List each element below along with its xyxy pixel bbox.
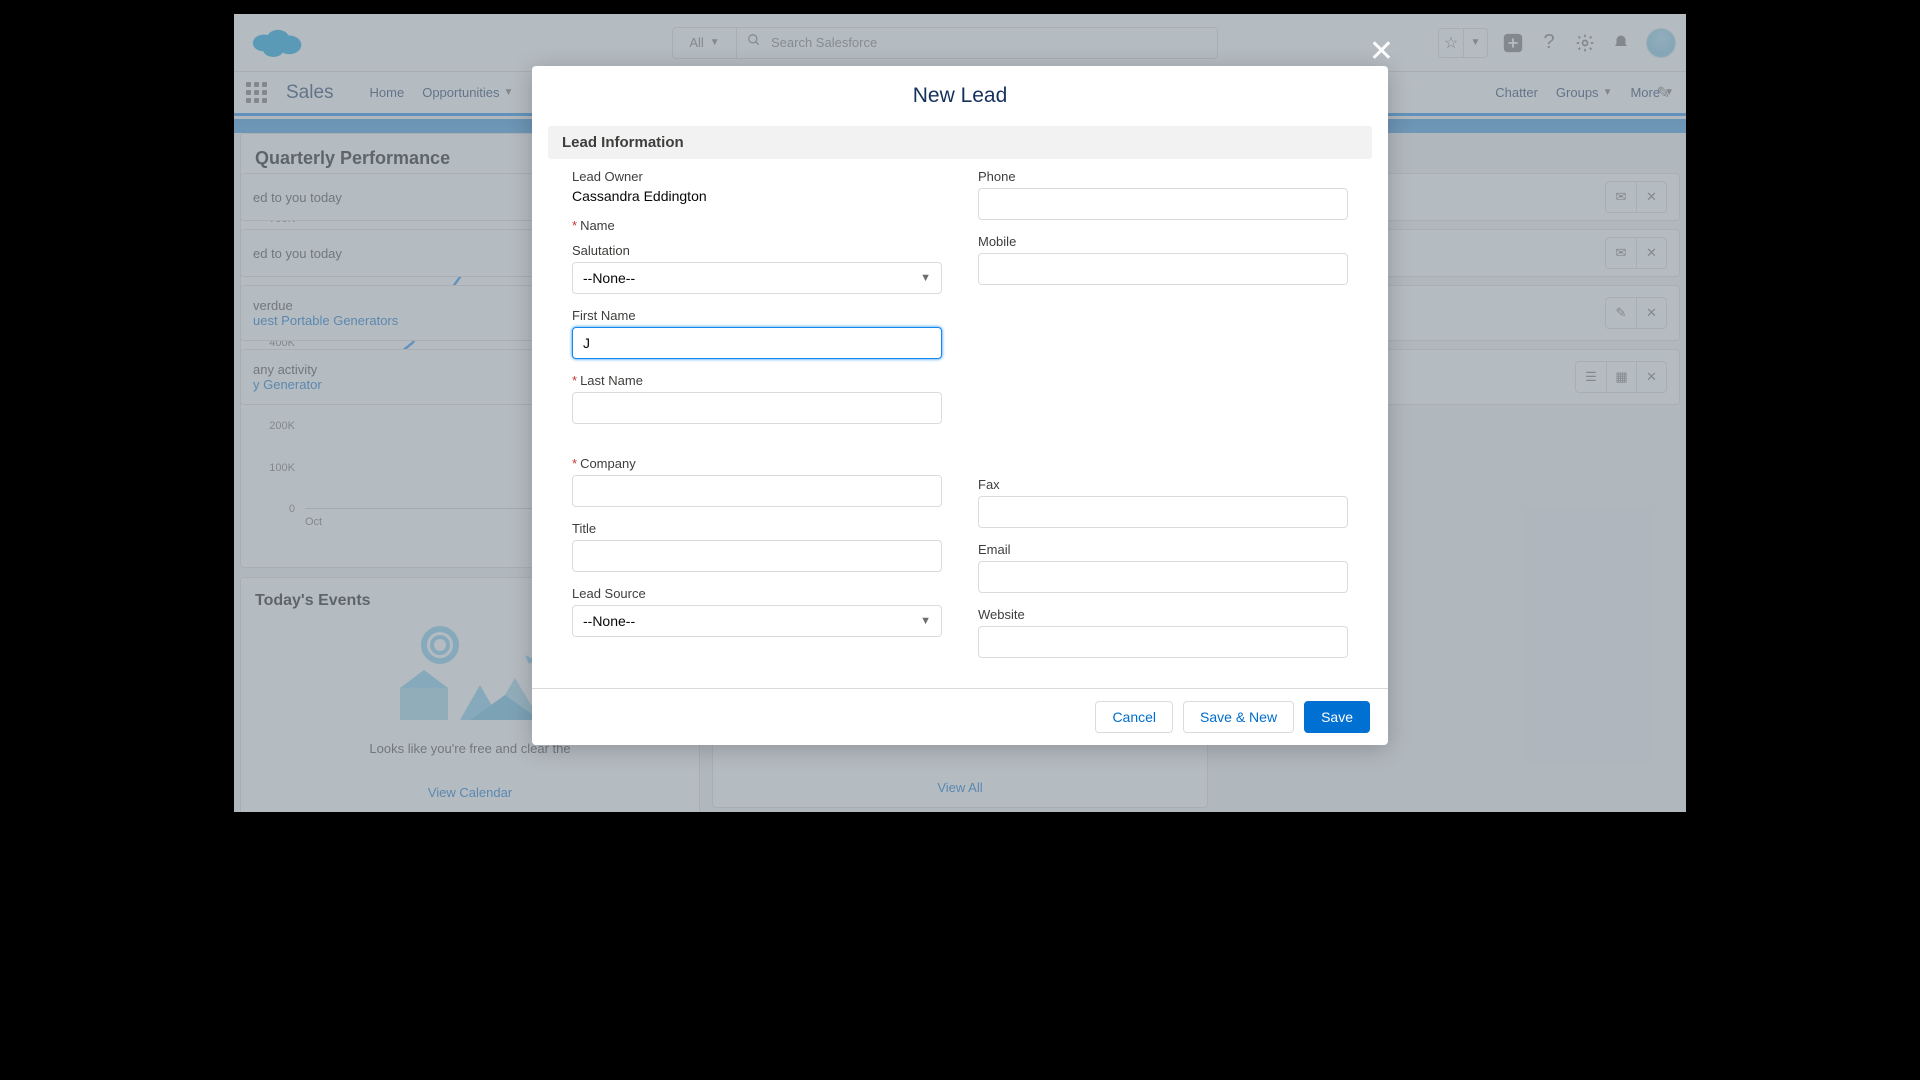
phone-label: Phone bbox=[978, 169, 1348, 184]
last-name-label: Last Name bbox=[572, 373, 942, 388]
fax-label: Fax bbox=[978, 477, 1348, 492]
select-value: --None-- bbox=[583, 270, 635, 286]
website-label: Website bbox=[978, 607, 1348, 622]
cancel-button[interactable]: Cancel bbox=[1095, 701, 1173, 733]
form-grid: Lead Owner Cassandra Eddington Name Salu… bbox=[548, 159, 1372, 688]
form-right-column: Phone Mobile Fax Email bbox=[978, 169, 1348, 672]
title-label: Title bbox=[572, 521, 942, 536]
chevron-down-icon: ▼ bbox=[920, 272, 931, 284]
salutation-label: Salutation bbox=[572, 243, 942, 258]
save-and-new-button[interactable]: Save & New bbox=[1183, 701, 1294, 733]
form-left-column: Lead Owner Cassandra Eddington Name Salu… bbox=[572, 169, 942, 672]
mobile-label: Mobile bbox=[978, 234, 1348, 249]
phone-input[interactable] bbox=[978, 188, 1348, 220]
email-input[interactable] bbox=[978, 561, 1348, 593]
modal-body: Lead Information Lead Owner Cassandra Ed… bbox=[532, 126, 1388, 688]
save-button[interactable]: Save bbox=[1304, 701, 1370, 733]
modal-title: New Lead bbox=[532, 66, 1388, 126]
chevron-down-icon: ▼ bbox=[920, 615, 931, 627]
last-name-input[interactable] bbox=[572, 392, 942, 424]
modal-footer: Cancel Save & New Save bbox=[532, 688, 1388, 745]
new-lead-modal: New Lead Lead Information Lead Owner Cas… bbox=[532, 66, 1388, 745]
lead-source-label: Lead Source bbox=[572, 586, 942, 601]
lead-owner-label: Lead Owner bbox=[572, 169, 942, 184]
lead-source-select[interactable]: --None-- ▼ bbox=[572, 605, 942, 637]
select-value: --None-- bbox=[583, 613, 635, 629]
company-label: Company bbox=[572, 456, 942, 471]
first-name-label: First Name bbox=[572, 308, 942, 323]
mobile-input[interactable] bbox=[978, 253, 1348, 285]
section-header: Lead Information bbox=[548, 126, 1372, 159]
modal-close-icon[interactable]: ✕ bbox=[1369, 34, 1394, 69]
first-name-input[interactable] bbox=[572, 327, 942, 359]
name-label: Name bbox=[572, 218, 942, 233]
lead-owner-value: Cassandra Eddington bbox=[572, 188, 942, 204]
email-label: Email bbox=[978, 542, 1348, 557]
salutation-select[interactable]: --None-- ▼ bbox=[572, 262, 942, 294]
website-input[interactable] bbox=[978, 626, 1348, 658]
company-input[interactable] bbox=[572, 475, 942, 507]
fax-input[interactable] bbox=[978, 496, 1348, 528]
title-input[interactable] bbox=[572, 540, 942, 572]
